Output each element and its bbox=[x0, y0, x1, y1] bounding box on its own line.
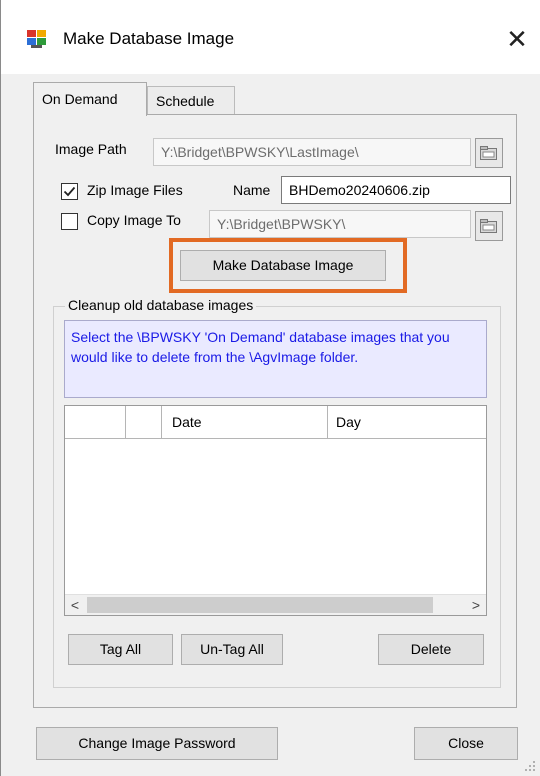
zip-image-files-checkbox[interactable] bbox=[61, 183, 78, 200]
scroll-right-icon[interactable]: > bbox=[466, 595, 486, 615]
copy-image-to-label: Copy Image To bbox=[87, 212, 181, 228]
close-icon[interactable]: ✕ bbox=[499, 22, 535, 56]
cleanup-group-title: Cleanup old database images bbox=[65, 297, 257, 313]
tag-all-button[interactable]: Tag All bbox=[68, 634, 173, 665]
database-app-icon bbox=[27, 30, 47, 48]
make-database-image-button[interactable]: Make Database Image bbox=[180, 250, 386, 281]
folder-browse-icon bbox=[480, 146, 497, 160]
scrollbar-thumb[interactable] bbox=[87, 597, 433, 613]
grid-header-day[interactable]: Day bbox=[328, 406, 486, 438]
change-image-password-button[interactable]: Change Image Password bbox=[36, 727, 278, 760]
copy-image-path-field: Y:\Bridget\BPWSKY\ bbox=[209, 210, 471, 238]
grid-header-tag[interactable] bbox=[65, 406, 126, 438]
cleanup-info-text: Select the \BPWSKY 'On Demand' database … bbox=[71, 329, 450, 365]
image-path-browse-button[interactable] bbox=[475, 138, 503, 168]
grid-header: Date Day bbox=[65, 406, 486, 439]
zip-image-files-label: Zip Image Files bbox=[87, 182, 183, 198]
resize-grip-icon[interactable] bbox=[524, 760, 536, 772]
image-path-field: Y:\Bridget\BPWSKY\LastImage\ bbox=[153, 138, 471, 166]
close-button[interactable]: Close bbox=[414, 727, 518, 760]
cleanup-info-box: Select the \BPWSKY 'On Demand' database … bbox=[64, 320, 487, 398]
delete-button[interactable]: Delete bbox=[378, 634, 484, 665]
title-bar: Make Database Image ✕ bbox=[1, 0, 540, 74]
name-label: Name bbox=[233, 182, 271, 198]
image-list-grid[interactable]: Date Day < > bbox=[64, 405, 487, 616]
window-title: Make Database Image bbox=[63, 29, 235, 48]
horizontal-scrollbar[interactable]: < > bbox=[65, 594, 486, 615]
grid-header-date[interactable]: Date bbox=[162, 406, 328, 438]
untag-all-button[interactable]: Un-Tag All bbox=[181, 634, 283, 665]
tab-schedule[interactable]: Schedule bbox=[147, 86, 235, 114]
grid-header-select[interactable] bbox=[126, 406, 162, 438]
copy-image-to-checkbox[interactable] bbox=[61, 213, 78, 230]
tab-on-demand[interactable]: On Demand bbox=[33, 82, 147, 116]
dialog-window: Make Database Image ✕ On Demand Schedule… bbox=[0, 0, 540, 776]
image-path-label: Image Path bbox=[55, 141, 127, 157]
scroll-left-icon[interactable]: < bbox=[65, 595, 85, 615]
folder-browse-icon bbox=[480, 219, 497, 233]
image-name-input[interactable]: BHDemo20240606.zip bbox=[281, 176, 511, 204]
copy-path-browse-button[interactable] bbox=[475, 211, 503, 241]
checkmark-icon bbox=[63, 186, 76, 197]
